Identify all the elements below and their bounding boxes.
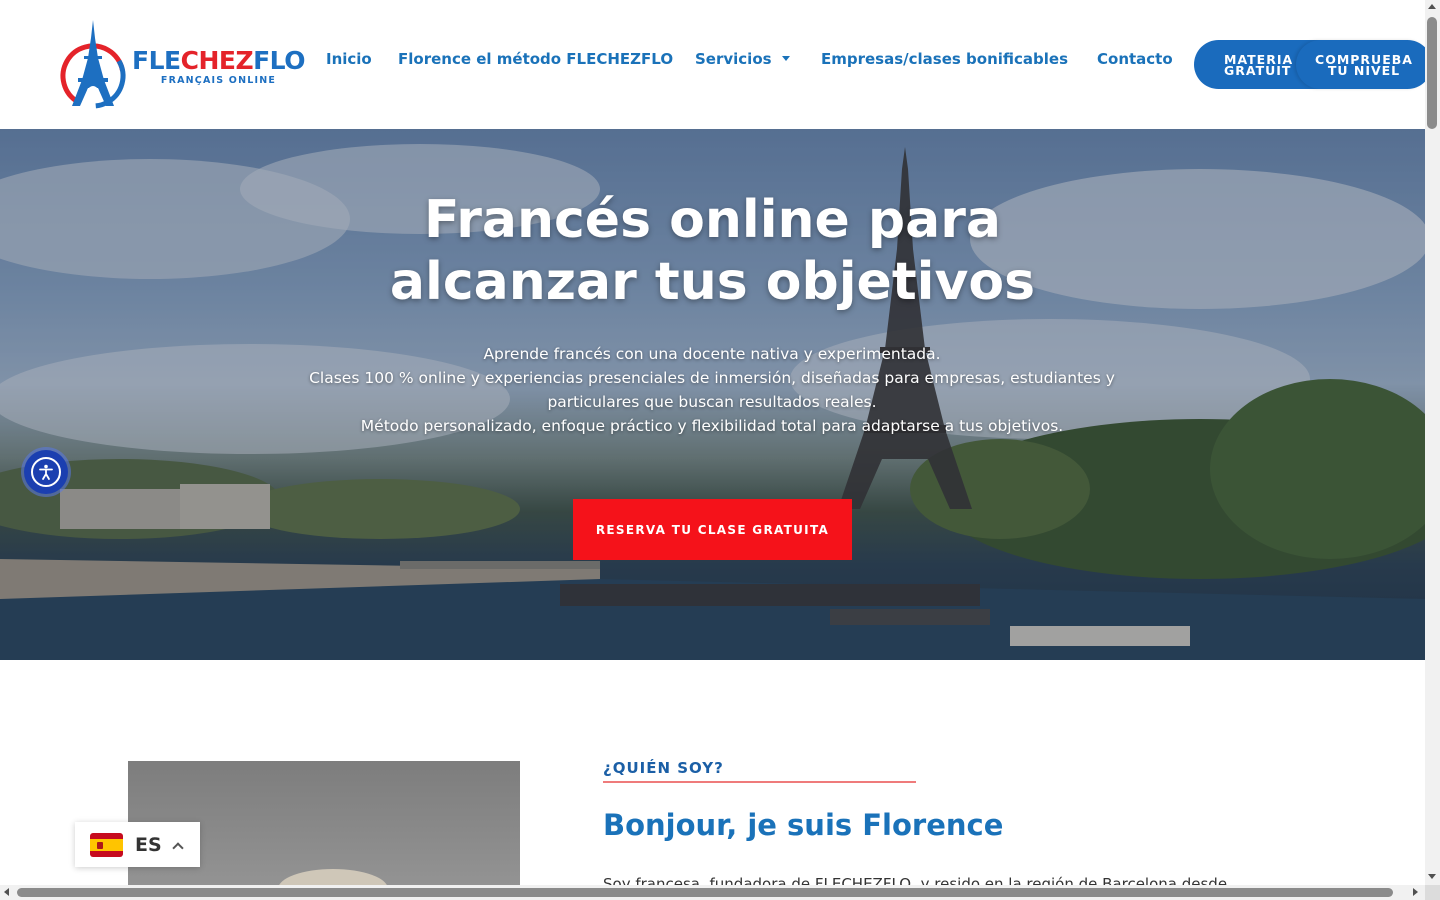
caret-down-icon [781, 56, 790, 61]
hero-title-line1: Francés online para [424, 190, 1001, 250]
site-logo[interactable]: FLECHEZFLO FRANÇAIS ONLINE [58, 18, 308, 110]
logo-text-fle: FLE [132, 46, 181, 75]
scrollbar-corner [1425, 885, 1440, 900]
site-header: FLECHEZFLO FRANÇAIS ONLINE Inicio Floren… [0, 0, 1432, 129]
nav-item-inicio[interactable]: Inicio [326, 50, 372, 68]
hero-subtitle-line4: Método personalizado, enfoque práctico y… [360, 417, 1064, 435]
horizontal-scrollbar[interactable] [0, 885, 1425, 900]
book-free-class-button[interactable]: RESERVA TU CLASE GRATUITA [573, 499, 852, 560]
hero-subtitle-line3: particulares que buscan resultados reale… [547, 393, 877, 411]
check-level-button[interactable]: COMPRUEBA TU NIVEL [1296, 40, 1432, 89]
about-title: Bonjour, je suis Florence [603, 808, 1004, 842]
accessibility-button[interactable] [24, 450, 68, 494]
eyebrow-underline [603, 781, 916, 783]
nav-item-servicios[interactable]: Servicios [695, 50, 790, 68]
vertical-scrollbar[interactable] [1425, 0, 1440, 900]
language-code: ES [135, 833, 162, 856]
logo-tagline: FRANÇAIS ONLINE [160, 75, 277, 86]
nav-item-florence-metodo[interactable]: Florence el método FLECHEZFLO [398, 50, 673, 68]
language-switcher[interactable]: ES [75, 822, 200, 867]
about-text: Soy francesa, fundadora de FLECHEZFLO, y… [603, 876, 1323, 885]
eiffel-tower-logo-icon [60, 20, 126, 109]
scroll-right-arrow-icon[interactable] [1413, 888, 1418, 896]
scroll-up-arrow-icon[interactable] [1428, 4, 1436, 9]
hero-subtitle: Aprende francés con una docente nativa y… [262, 342, 1162, 438]
spain-flag-icon [90, 832, 123, 857]
vertical-scroll-thumb[interactable] [1427, 17, 1437, 129]
about-eyebrow: ¿QUIÉN SOY? [603, 759, 724, 777]
nav-item-empresas[interactable]: Empresas/clases bonificables [821, 50, 1068, 68]
hero-title-line2: alcanzar tus objetivos [389, 252, 1036, 312]
horizontal-scroll-thumb[interactable] [17, 888, 1393, 897]
logo-text-chez: CHEZ [180, 46, 254, 75]
scroll-left-arrow-icon[interactable] [4, 888, 9, 896]
nav-item-servicios-label: Servicios [695, 50, 772, 68]
nav-item-contacto[interactable]: Contacto [1097, 50, 1173, 68]
free-materials-line2: GRATUITO [1224, 64, 1292, 76]
accessibility-icon [31, 457, 61, 487]
hero-subtitle-line2: Clases 100 % online y experiencias prese… [309, 369, 1115, 387]
hero-title: Francés online para alcanzar tus objetiv… [0, 189, 1425, 313]
photo-subject [278, 869, 388, 885]
hero-section: Francés online para alcanzar tus objetiv… [0, 129, 1425, 660]
hero-subtitle-line1: Aprende francés con una docente nativa y… [483, 345, 941, 363]
scroll-down-arrow-icon[interactable] [1428, 874, 1436, 879]
free-materials-line1: MATERIAL [1224, 53, 1292, 65]
logo-text-flo: FLO [253, 46, 305, 75]
logo-wordmark: FLECHEZFLO FRANÇAIS ONLINE [132, 46, 305, 87]
chevron-up-icon [172, 841, 184, 854]
about-text-content: Soy francesa, fundadora de FLECHEZFLO, y… [603, 876, 1228, 885]
